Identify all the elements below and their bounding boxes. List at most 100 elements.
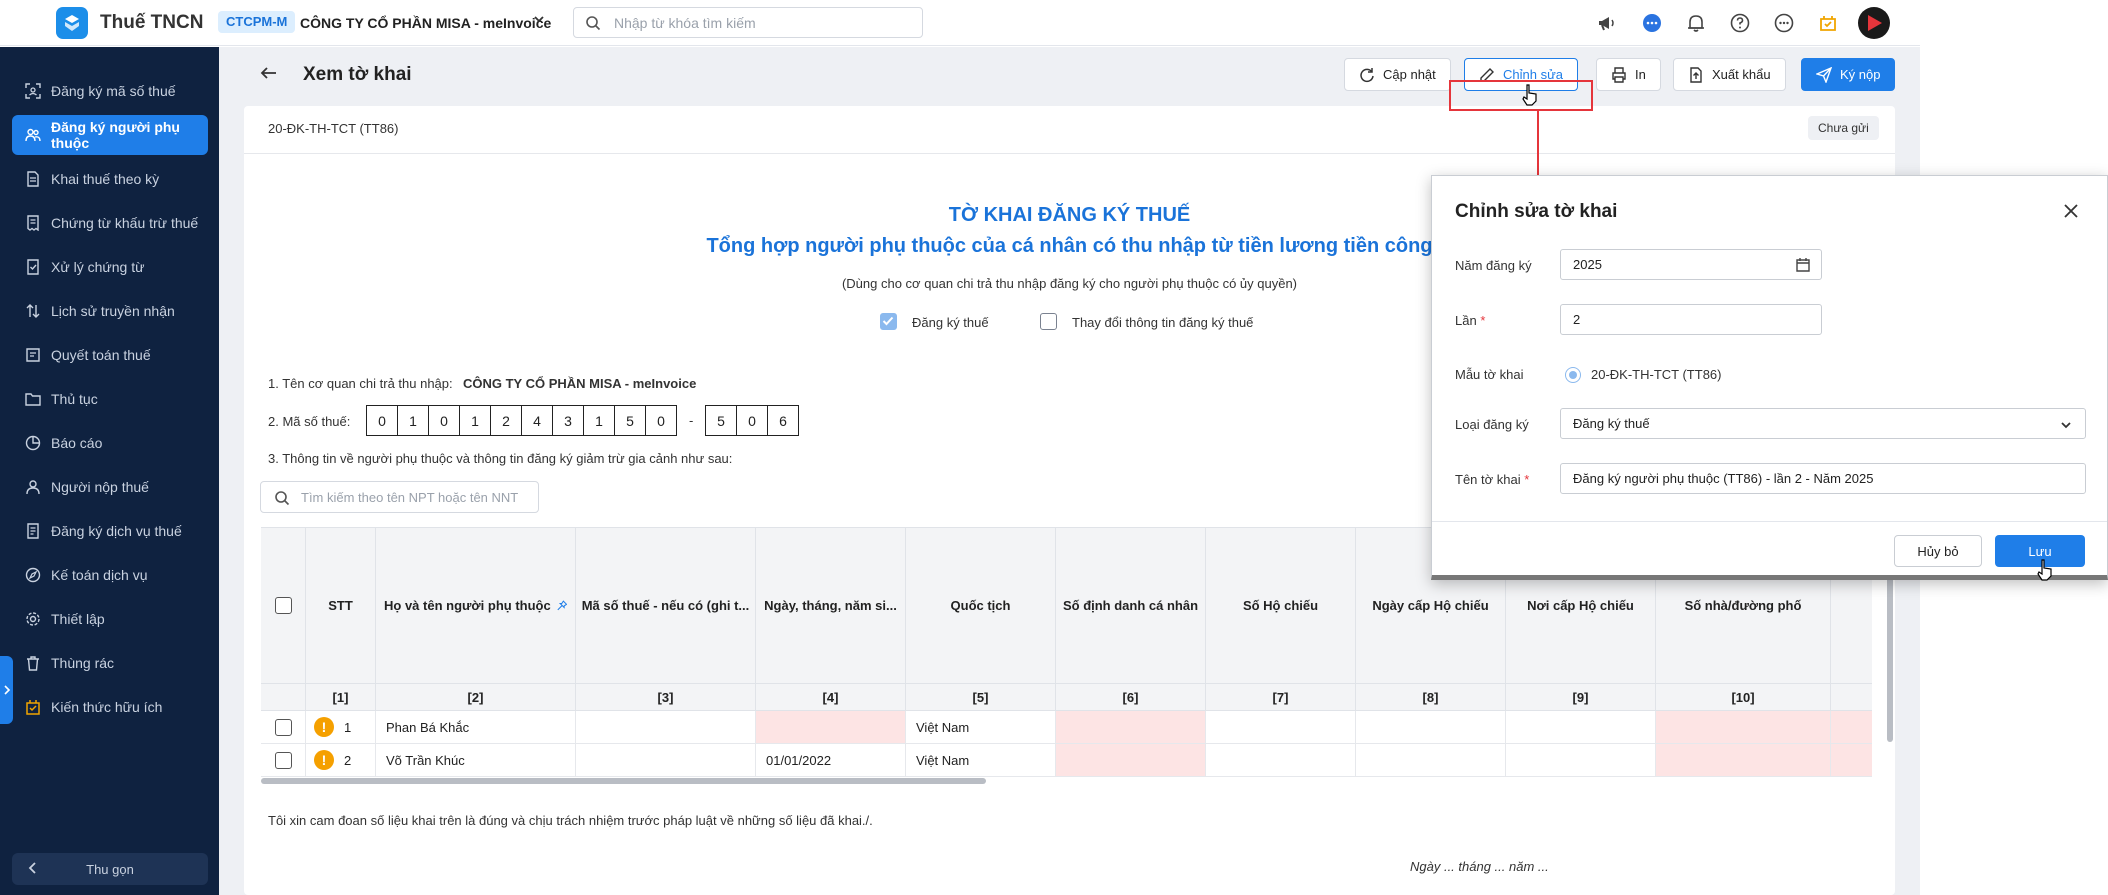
sidebar-item-process-vouchers[interactable]: Xử lý chứng từ [12,247,208,287]
column-header[interactable]: Mã số thuế - nếu có (ghi t... [576,528,756,684]
year-field[interactable]: 2025 [1560,249,1822,280]
warning-icon[interactable]: ! [314,750,334,770]
global-search-input[interactable] [614,12,914,34]
name-cell[interactable]: Phan Bá Khắc [376,711,576,744]
company-tag[interactable]: CTCPM-M [218,11,296,33]
column-header[interactable]: Ngày, tháng, năm si... [756,528,906,684]
register-tax-checkbox[interactable] [880,313,897,330]
passport-cell[interactable] [1206,744,1356,777]
tax-suffix-digit: 6 [767,405,799,436]
passport-date-cell[interactable] [1356,711,1506,744]
declaration-name-value: Đăng ký người phụ thuộc (TT86) - lần 2 -… [1573,471,1874,486]
personal-id-cell[interactable] [1056,711,1206,744]
stt-cell: ! 2 [306,744,376,777]
update-button[interactable]: Cập nhật [1344,58,1451,91]
street-cell[interactable] [1656,744,1831,777]
personal-id-cell[interactable] [1056,744,1206,777]
column-number: [7] [1206,684,1356,711]
export-button[interactable]: Xuất khẩu [1673,58,1786,91]
cancel-button[interactable]: Hủy bỏ [1894,535,1982,567]
chevron-down-icon[interactable] [532,12,546,29]
sign-submit-button[interactable]: Ký nộp [1801,58,1896,91]
change-info-checkbox[interactable] [1040,313,1057,330]
nationality-cell[interactable]: Việt Nam [906,711,1056,744]
collapse-sidebar-button[interactable]: Thu gọn [12,853,208,885]
sidebar-item-tax-services[interactable]: Đăng ký dịch vụ thuế [12,511,208,551]
company-name[interactable]: CÔNG TY CỔ PHẦN MISA - meInvoice [300,15,551,31]
close-icon[interactable] [2060,200,2082,222]
column-header[interactable]: Quốc tịch [906,528,1056,684]
sidebar-item-transmission-history[interactable]: Lịch sử truyền nhận [12,291,208,331]
back-button[interactable] [260,64,278,82]
page-title: Xem tờ khai [303,64,412,85]
stt-value: 1 [344,719,352,735]
template-radio[interactable] [1565,367,1581,383]
column-header[interactable]: STT [306,528,376,684]
avatar[interactable] [1858,7,1890,39]
declaration-name-field[interactable]: Đăng ký người phụ thuộc (TT86) - lần 2 -… [1560,463,2086,494]
app-logo-icon[interactable] [56,7,88,39]
print-label: In [1635,67,1646,82]
times-field[interactable]: 2 [1560,304,1822,335]
row-checkbox[interactable] [274,751,292,769]
nationality-cell[interactable]: Việt Nam [906,744,1056,777]
passport-date-cell[interactable] [1356,744,1506,777]
column-header[interactable]: Số Hộ chiếu [1206,528,1356,684]
dependent-search[interactable] [260,481,539,513]
column-header[interactable]: Họ và tên người phụ thuộc [376,528,576,684]
row-checkbox[interactable] [274,718,292,736]
name-cell[interactable]: Võ Trần Khúc [376,744,576,777]
type-select[interactable]: Đăng ký thuế [1560,408,2086,439]
warning-icon[interactable]: ! [314,717,334,737]
chat-icon[interactable] [1637,8,1667,38]
tax-code-dash: - [689,413,694,428]
sidebar-item-knowledge[interactable]: Kiến thức hữu ích [12,687,208,727]
megaphone-icon[interactable] [1592,8,1622,38]
expand-panel-tab[interactable] [0,656,13,724]
gift-icon[interactable] [1813,8,1843,38]
global-search[interactable] [573,7,923,38]
sidebar-item-label: Khai thuế theo kỳ [51,171,160,187]
sidebar-item-procedures[interactable]: Thủ tục [12,379,208,419]
sidebar-item-service-accounting[interactable]: Kế toán dịch vụ [12,555,208,595]
date-line: Ngày ... tháng ... năm ... [1410,859,1549,874]
sidebar-item-label: Đăng ký dịch vụ thuế [51,523,182,539]
sidebar-item-label: Lịch sử truyền nhận [51,303,175,319]
tax-digit: 0 [645,405,677,436]
pin-icon[interactable] [557,599,567,612]
change-info-label: Thay đổi thông tin đăng ký thuế [1072,315,1254,330]
select-all-checkbox[interactable] [274,597,292,614]
passport-cell[interactable] [1206,711,1356,744]
help-icon[interactable] [1725,8,1755,38]
street-cell[interactable] [1656,711,1831,744]
tax-cell[interactable] [576,711,756,744]
sidebar-item-periodic-declaration[interactable]: Khai thuế theo kỳ [12,159,208,199]
print-button[interactable]: In [1596,58,1661,91]
sidebar-item-withholding-vouchers[interactable]: Chứng từ khấu trừ thuế [12,203,208,243]
passport-place-cell[interactable] [1506,711,1656,744]
sidebar-item-label: Quyết toán thuế [51,347,151,363]
calendar-icon[interactable] [1795,257,1811,273]
sidebar-item-taxpayers[interactable]: Người nộp thuế [12,467,208,507]
passport-place-cell[interactable] [1506,744,1656,777]
sidebar-item-trash[interactable]: Thùng rác [12,643,208,683]
more-options-icon[interactable] [1769,8,1799,38]
sidebar-item-settings[interactable]: Thiết lập [12,599,208,639]
sidebar-item-register-tax-code[interactable]: Đăng ký mã số thuế [12,71,208,111]
tax-cell[interactable] [576,744,756,777]
dependent-search-input[interactable] [301,487,531,507]
pie-chart-icon [25,435,41,451]
table-row [261,744,306,777]
sidebar-item-register-dependents[interactable]: Đăng ký người phụ thuộc [12,115,208,155]
times-value: 2 [1573,312,1581,327]
sidebar-item-tax-settlement[interactable]: Quyết toán thuế [12,335,208,375]
column-header[interactable]: Số định danh cá nhân [1056,528,1206,684]
dob-cell[interactable] [756,711,906,744]
sidebar-item-reports[interactable]: Báo cáo [12,423,208,463]
sidebar-item-label: Xử lý chứng từ [51,259,145,275]
update-label: Cập nhật [1383,67,1436,82]
bell-icon[interactable] [1681,8,1711,38]
dob-cell[interactable]: 01/01/2022 [756,744,906,777]
horizontal-scrollbar[interactable] [261,778,986,784]
vertical-scrollbar[interactable] [1887,570,1893,742]
